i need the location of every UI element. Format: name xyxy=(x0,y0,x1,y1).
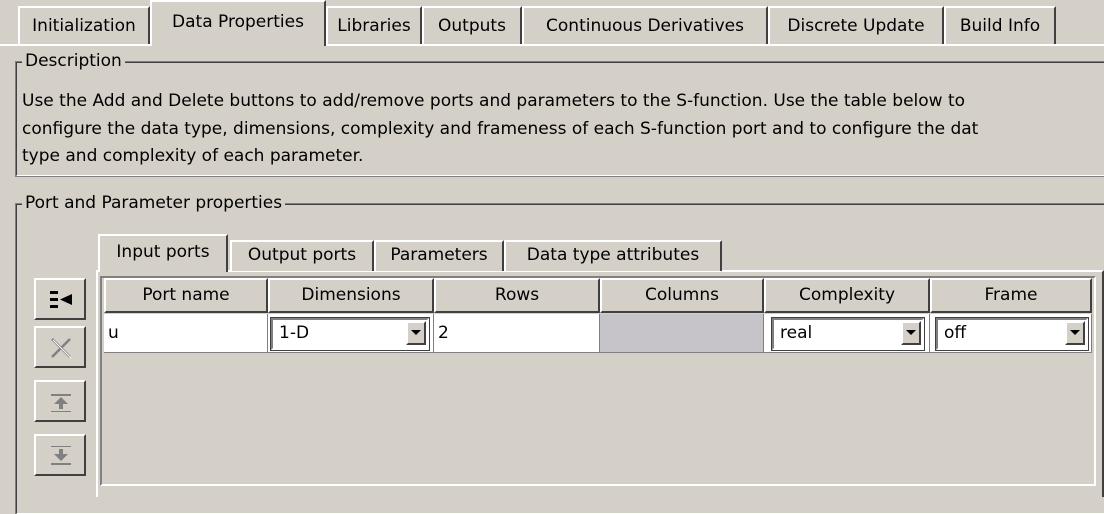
dimensions-value: 1-D xyxy=(279,323,310,343)
chevron-down-icon[interactable] xyxy=(901,321,921,345)
column-header-dimensions[interactable]: Dimensions xyxy=(268,278,434,313)
tab-discrete-update[interactable]: Discrete Update xyxy=(768,6,944,44)
port-name-value: u xyxy=(108,323,119,343)
frame-value: off xyxy=(944,323,967,343)
move-down-button[interactable] xyxy=(34,434,86,476)
top-tab-bar: Initialization Data Properties Libraries… xyxy=(0,0,1104,46)
delete-icon xyxy=(51,338,72,359)
port-name-cell[interactable]: u xyxy=(104,314,268,353)
dimensions-select[interactable]: 1-D xyxy=(270,317,430,351)
column-header-columns[interactable]: Columns xyxy=(600,278,764,313)
columns-cell xyxy=(600,314,764,353)
move-up-icon xyxy=(51,394,71,412)
complexity-value: real xyxy=(780,323,813,343)
tab-label: Data Properties xyxy=(172,12,304,32)
tab-label: Parameters xyxy=(390,245,488,265)
description-legend: Description xyxy=(22,50,125,72)
tab-libraries[interactable]: Libraries xyxy=(326,6,422,44)
tab-label: Data type attributes xyxy=(526,245,700,265)
column-header-frame[interactable]: Frame xyxy=(930,278,1092,313)
tab-continuous-derivatives[interactable]: Continuous Derivatives xyxy=(522,6,768,44)
tab-build-info[interactable]: Build Info xyxy=(944,6,1056,44)
chevron-down-icon[interactable] xyxy=(1065,321,1085,345)
description-text: Use the Add and Delete buttons to add/re… xyxy=(22,91,979,166)
tab-output-ports[interactable]: Output ports xyxy=(230,240,374,271)
tab-label: Outputs xyxy=(438,16,506,36)
complexity-select[interactable]: real xyxy=(771,317,925,351)
frame-select[interactable]: off xyxy=(935,317,1089,351)
port-parameter-legend: Port and Parameter properties xyxy=(22,192,286,214)
add-row-icon xyxy=(50,291,72,308)
tab-outputs[interactable]: Outputs xyxy=(422,6,522,44)
chevron-down-icon[interactable] xyxy=(406,321,426,345)
tab-label: Continuous Derivatives xyxy=(546,16,744,36)
move-down-icon xyxy=(51,446,71,465)
tab-initialization[interactable]: Initialization xyxy=(18,6,150,44)
tab-label: Build Info xyxy=(959,16,1041,36)
tab-parameters[interactable]: Parameters xyxy=(374,240,504,271)
delete-port-button[interactable] xyxy=(34,326,86,368)
tab-label: Libraries xyxy=(337,16,411,36)
tab-input-ports[interactable]: Input ports xyxy=(98,234,228,272)
column-header-complexity[interactable]: Complexity xyxy=(764,278,930,313)
column-header-port-name[interactable]: Port name xyxy=(104,278,268,313)
tab-label: Input ports xyxy=(116,242,210,262)
rows-cell[interactable]: 2 xyxy=(434,314,600,353)
rows-value: 2 xyxy=(438,323,449,343)
tab-data-properties[interactable]: Data Properties xyxy=(150,0,326,46)
tab-label: Output ports xyxy=(247,245,357,265)
add-port-button[interactable] xyxy=(34,278,86,320)
move-up-button[interactable] xyxy=(34,380,86,422)
column-header-rows[interactable]: Rows xyxy=(434,278,600,313)
tab-label: Discrete Update xyxy=(787,16,925,36)
tab-label: Initialization xyxy=(32,16,136,36)
tab-data-type-attributes[interactable]: Data type attributes xyxy=(504,240,722,271)
